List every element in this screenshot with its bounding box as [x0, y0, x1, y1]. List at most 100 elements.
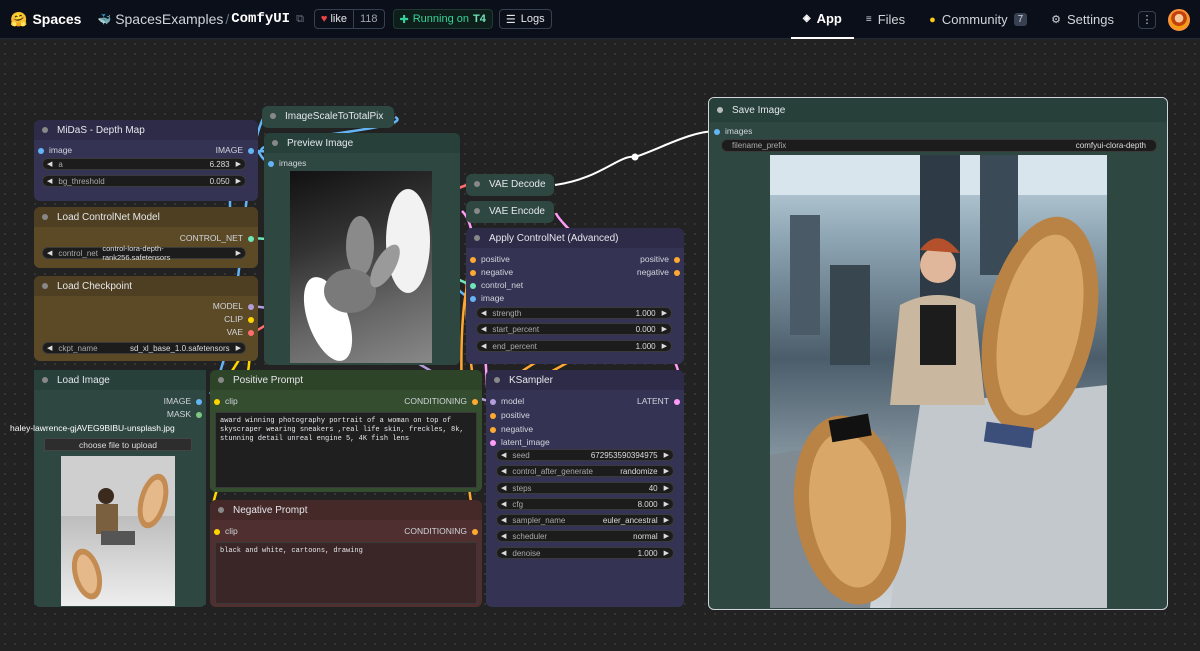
node-apply-controlnet[interactable]: Apply ControlNet (Advanced) positive neg…	[466, 228, 684, 364]
node-load-controlnet-title[interactable]: Load ControlNet Model	[34, 207, 258, 227]
cn-widget-start-percent[interactable]: ◀ start_percent 0.000 ▶	[476, 323, 672, 335]
tab-files[interactable]: ≡ Files	[854, 0, 917, 39]
tab-app[interactable]: ◈ App	[790, 0, 854, 39]
choose-file-button[interactable]: choose file to upload	[44, 438, 192, 451]
preview-input-images[interactable]: images	[268, 158, 306, 168]
controlnet-name-widget[interactable]: ◀control_net_namecontrol-lora-depth-rank…	[42, 244, 246, 262]
node-save-image[interactable]: Save Image images filename_prefix comfyui…	[708, 97, 1168, 610]
output-label: VAE	[226, 327, 243, 337]
node-canvas[interactable]: MiDaS - Depth Map image IMAGE ◀ a 6.283 ▶ ◀…	[0, 39, 1200, 651]
node-negative-title[interactable]: Negative Prompt	[210, 500, 482, 520]
midas-widget-bg-threshold[interactable]: ◀ bg_threshold 0.050 ▶	[42, 175, 246, 187]
node-load-controlnet[interactable]: Load ControlNet Model CONTROL_NET ◀ contr…	[34, 207, 258, 268]
widget-label: sampler_name	[512, 515, 566, 525]
ksampler-input-positive[interactable]: positive	[490, 410, 530, 420]
node-image-scale[interactable]: ImageScaleToTotalPix	[262, 106, 394, 128]
load-image-output-mask[interactable]: MASK	[167, 409, 202, 419]
positive-input-clip[interactable]: clip	[214, 396, 238, 406]
node-load-checkpoint-title[interactable]: Load Checkpoint	[34, 276, 258, 296]
node-negative-prompt[interactable]: Negative Prompt clip CONDITIONING black …	[210, 500, 482, 607]
node-midas[interactable]: MiDaS - Depth Map image IMAGE ◀ a 6.283 ▶ ◀…	[34, 120, 258, 201]
ksampler-widget-sampler-name[interactable]: ◀ sampler_name euler_ancestral ▶	[496, 514, 674, 526]
node-load-checkpoint-title-text: Load Checkpoint	[57, 280, 133, 292]
cn-input-negative[interactable]: negative	[470, 267, 513, 277]
cn-input-control-net[interactable]: control_net	[470, 280, 523, 290]
node-ksampler-title[interactable]: KSampler	[486, 370, 684, 390]
space-name-link[interactable]: ComfyUI	[231, 11, 290, 27]
node-vae-decode-title[interactable]: VAE Decode	[466, 174, 554, 194]
cn-output-negative[interactable]: negative	[637, 267, 680, 277]
node-load-image-title[interactable]: Load Image	[34, 370, 206, 390]
node-preview-title[interactable]: Preview Image	[264, 133, 460, 153]
node-load-image[interactable]: Load Image IMAGE MASK haley-lawrence-gjA…	[10, 370, 206, 607]
midas-output-image[interactable]: IMAGE	[216, 145, 254, 155]
midas-widget-a[interactable]: ◀ a 6.283 ▶	[42, 158, 246, 170]
node-vae-encode-title-text: VAE Encode	[489, 205, 545, 217]
status-badge[interactable]: ✚ Running on T4	[392, 9, 493, 29]
node-positive-title[interactable]: Positive Prompt	[210, 370, 482, 390]
node-load-checkpoint[interactable]: Load Checkpoint MODEL CLIP VAE ◀ ckpt_nam…	[34, 276, 258, 361]
negative-output-conditioning[interactable]: CONDITIONING	[404, 526, 478, 536]
logs-button[interactable]: ☰ Logs	[498, 9, 552, 29]
cn-output-positive[interactable]: positive	[640, 254, 680, 264]
tab-settings[interactable]: ⚙ Settings	[1039, 0, 1126, 39]
output-label: MASK	[166, 409, 191, 419]
positive-output-conditioning[interactable]: CONDITIONING	[404, 396, 478, 406]
node-apply-controlnet-title[interactable]: Apply ControlNet (Advanced)	[466, 228, 684, 248]
node-midas-title[interactable]: MiDaS - Depth Map	[34, 120, 258, 140]
tab-community-label: Community	[941, 12, 1008, 27]
widget-value: 40	[648, 483, 658, 493]
node-vae-encode[interactable]: VAE Encode	[466, 201, 554, 223]
ksampler-input-model[interactable]: model	[490, 396, 524, 406]
node-positive-prompt[interactable]: Positive Prompt clip CONDITIONING award …	[210, 370, 482, 492]
node-preview-image[interactable]: Preview Image images	[264, 133, 460, 365]
breadcrumb: 🐳 SpacesExamples / ComfyUI ⧉	[97, 11, 304, 27]
like-button[interactable]: ♥ like 118	[313, 9, 385, 29]
node-load-controlnet-title-text: Load ControlNet Model	[57, 211, 160, 223]
checkpoint-output-model[interactable]: MODEL	[213, 301, 254, 311]
negative-prompt-textarea[interactable]: black and white, cartoons, drawing	[215, 542, 477, 604]
ksampler-output-latent[interactable]: LATENT	[637, 396, 680, 406]
like-count: 118	[352, 10, 384, 28]
midas-output-label: IMAGE	[215, 145, 243, 155]
node-vae-decode[interactable]: VAE Decode	[466, 174, 554, 196]
widget-value: control-lora-depth-rank256.safetensors	[102, 244, 171, 262]
ksampler-input-latent[interactable]: latent_image	[490, 437, 550, 447]
ksampler-input-negative[interactable]: negative	[490, 424, 533, 434]
node-save-title[interactable]: Save Image	[709, 98, 1167, 122]
checkpoint-output-clip[interactable]: CLIP	[224, 314, 254, 324]
ksampler-widget-denoise[interactable]: ◀ denoise 1.000 ▶	[496, 547, 674, 559]
negative-input-clip[interactable]: clip	[214, 526, 238, 536]
org-link[interactable]: SpacesExamples	[115, 11, 223, 27]
avatar[interactable]	[1168, 8, 1190, 31]
logs-label: Logs	[520, 13, 545, 25]
checkpoint-output-vae[interactable]: VAE	[227, 327, 254, 337]
save-input-images[interactable]: images	[714, 126, 752, 136]
more-options-button[interactable]: ⋮	[1138, 10, 1156, 29]
positive-prompt-textarea[interactable]: award winning photography portrait of a …	[215, 412, 477, 488]
filename-prefix-widget[interactable]: filename_prefix comfyui-clora-depth	[721, 139, 1157, 152]
load-image-output-image[interactable]: IMAGE	[164, 396, 202, 406]
node-ksampler[interactable]: KSampler model positive negative latent_…	[486, 370, 684, 607]
image-filename[interactable]: haley-lawrence-gjAVEG9BIBU-unsplash.jpg	[10, 423, 175, 433]
ksampler-widget-scheduler[interactable]: ◀ scheduler normal ▶	[496, 530, 674, 542]
ckpt-name-widget[interactable]: ◀ ckpt_name sd_xl_base_1.0.safetensors ▶	[42, 342, 246, 354]
controlnet-output[interactable]: CONTROL_NET	[180, 233, 254, 243]
hugging-face-icon: 🤗	[10, 10, 28, 27]
cn-widget-end-percent[interactable]: ◀ end_percent 1.000 ▶	[476, 340, 672, 352]
midas-input-image[interactable]: image	[38, 145, 72, 155]
node-vae-encode-title[interactable]: VAE Encode	[466, 201, 554, 221]
node-image-scale-title[interactable]: ImageScaleToTotalPix	[262, 106, 394, 126]
ksampler-widget-seed[interactable]: ◀ seed 672953590394975 ▶	[496, 449, 674, 461]
ksampler-widget-cfg[interactable]: ◀ cfg 8.000 ▶	[496, 498, 674, 510]
cn-input-positive[interactable]: positive	[470, 254, 510, 264]
input-label: positive	[501, 410, 530, 420]
ksampler-widget-steps[interactable]: ◀ steps 40 ▶	[496, 482, 674, 494]
wire-reroute-dot	[631, 153, 639, 161]
spaces-logo[interactable]: 🤗 Spaces	[10, 11, 81, 28]
tab-community[interactable]: ● Community 7	[917, 0, 1039, 39]
cn-input-image[interactable]: image	[470, 293, 504, 303]
ksampler-widget-control-after-generate[interactable]: ◀ control_after_generate randomize ▶	[496, 465, 674, 477]
cn-widget-strength[interactable]: ◀ strength 1.000 ▶	[476, 307, 672, 319]
copy-icon[interactable]: ⧉	[296, 13, 304, 26]
